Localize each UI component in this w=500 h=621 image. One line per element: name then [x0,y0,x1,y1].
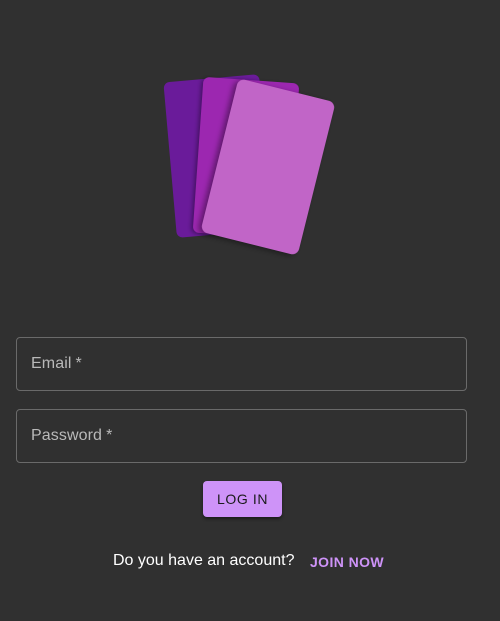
signup-row: Do you have an account? JOIN NOW [0,551,500,573]
signup-prompt: Do you have an account? [113,552,295,569]
login-page: Email * Password * LOG IN Do you have an a… [0,0,500,621]
password-label: Password * [31,427,113,444]
email-label: Email * [31,355,82,372]
join-now-link[interactable]: JOIN NOW [310,554,384,570]
login-button[interactable]: LOG IN [203,481,282,517]
password-field[interactable]: Password * [16,409,467,463]
stacked-cards-icon [163,74,335,255]
email-field[interactable]: Email * [16,337,467,391]
